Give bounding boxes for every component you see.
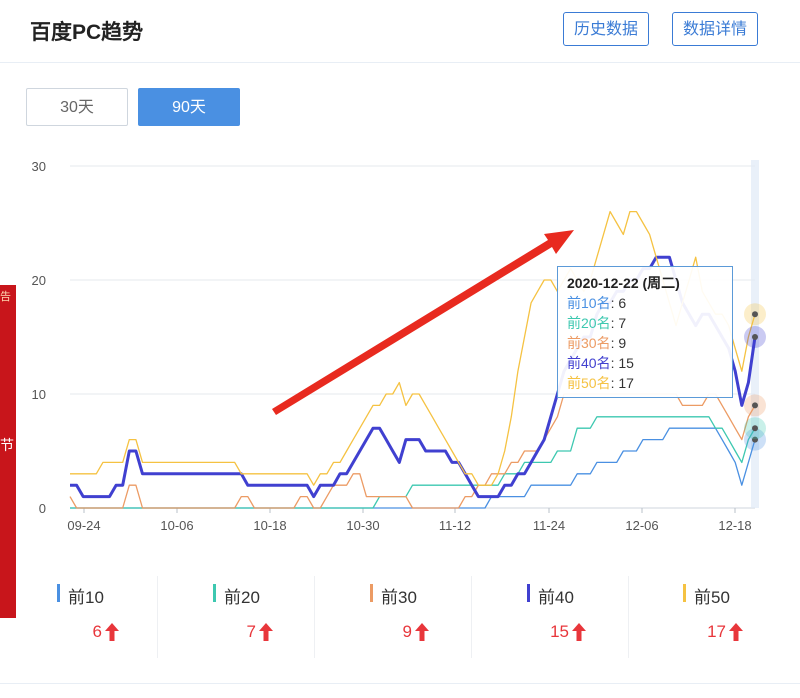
trend-up-arrow [272,230,574,415]
legend-item: 前40 15 [471,576,628,658]
data-detail-button[interactable]: 数据详情 [672,12,759,46]
legend-item: 前20 7 [157,576,314,658]
legend-value: 15 [550,622,569,641]
divider [0,683,800,684]
tooltip-row: 前20名: 7 [567,313,723,333]
tooltip-row: 前50名: 17 [567,373,723,393]
legend-item: 前30 9 [314,576,471,658]
legend-color-bar [57,584,60,602]
tooltip-row-label: 前50名 [567,375,611,391]
tooltip-row-value: 9 [618,335,627,351]
tooltip-row-label: 前40名 [567,355,611,371]
tooltip-row-label: 前30名 [567,335,611,351]
tooltip-row: 前10名: 6 [567,293,723,313]
tooltip-row-value: 6 [618,295,627,311]
tab-30-days[interactable]: 30天 [26,88,128,126]
legend-color-bar [370,584,373,602]
legend-color-bar [683,584,686,602]
legend-name: 前40 [538,588,574,607]
legend-color-bar [527,584,530,602]
legend-name: 前10 [68,588,104,607]
y-tick-label: 10 [32,387,46,402]
series-marker-point [752,402,758,409]
legend-item: 前50 17 [628,576,785,658]
legend-separator [628,576,629,658]
tooltip-row: 前40名: 15 [567,353,723,373]
tooltip-row-value: 17 [618,375,634,391]
legend-value: 7 [246,622,256,641]
x-tick-label: 11-24 [533,518,565,533]
history-data-button[interactable]: 历史数据 [563,12,650,46]
x-tick-label: 10-18 [253,518,286,533]
legend-value: 6 [92,622,102,641]
legend-separator [314,576,315,658]
series-line [69,393,756,509]
arrow-up-icon [259,623,273,641]
arrow-up-icon [572,623,586,641]
x-tick-label: 12-18 [718,518,751,533]
legend-item: 前10 6 [0,576,157,658]
x-tick-label: 09-24 [67,518,100,533]
legend-name: 前30 [381,588,417,607]
tooltip-row-label: 前20名 [567,315,611,331]
page-header: 百度PC趋势 历史数据 数据详情 [0,0,800,63]
y-tick-label: 20 [32,273,46,288]
legend-summary: 前10 6 前20 7 前30 9 前40 15 前50 17 [0,576,800,666]
series-marker-point [752,425,758,432]
legend-separator [157,576,158,658]
legend-value: 17 [707,622,726,641]
x-tick-label: 11-12 [439,518,471,533]
tooltip-date: 2020-12-22 (周二) [567,275,680,291]
legend-name: 前50 [694,588,730,607]
x-tick-label: 10-30 [346,518,379,533]
legend-separator [471,576,472,658]
chart-tooltip: 2020-12-22 (周二) 前10名: 6 前20名: 7 前30名: 9 前40… [557,266,733,398]
tab-90-days[interactable]: 90天 [138,88,240,126]
page-title: 百度PC趋势 [30,21,144,44]
arrow-up-icon [105,623,119,641]
tooltip-row-label: 前10名 [567,295,611,311]
arrow-up-icon [415,623,429,641]
y-tick-label: 0 [39,501,46,516]
series-marker-point [752,311,758,318]
x-tick-label: 10-06 [160,518,193,533]
x-tick-label: 12-06 [625,518,658,533]
legend-value: 9 [402,622,412,641]
tooltip-row-value: 15 [618,355,634,371]
tooltip-row-value: 7 [618,315,627,331]
legend-color-bar [213,584,216,602]
arrow-up-icon [729,623,743,641]
y-tick-label: 30 [32,159,46,174]
legend-name: 前20 [224,588,260,607]
series-marker-point [752,334,758,340]
tooltip-row: 前30名: 9 [567,333,723,353]
